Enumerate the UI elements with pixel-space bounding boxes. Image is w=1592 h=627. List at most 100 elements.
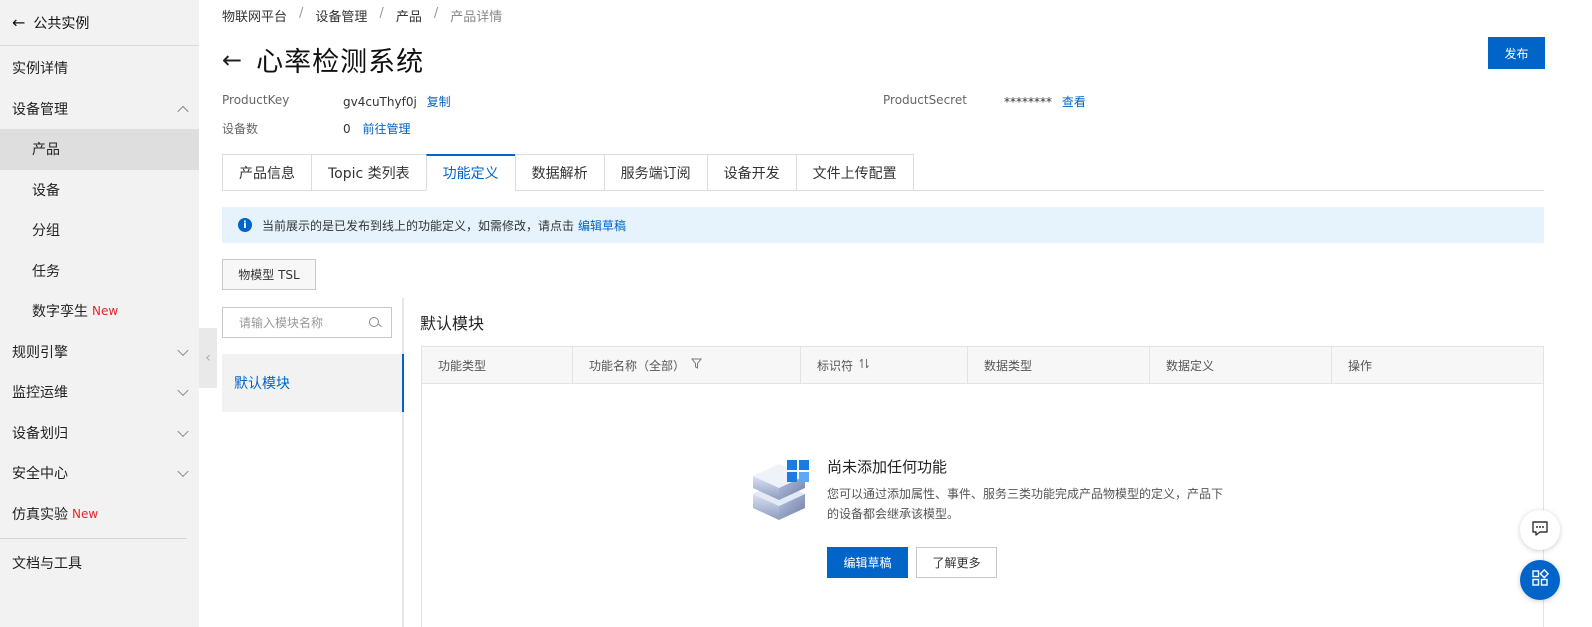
column-header-label: 功能类型 [438,358,487,373]
copy-link[interactable]: 复制 [427,95,451,109]
chevron-down-icon [177,344,189,356]
tab-device-development[interactable]: 设备开发 [706,154,796,191]
chat-button[interactable] [1520,510,1560,550]
column-header-label: 标识符 [817,358,854,373]
tab-topic-list[interactable]: Topic 类列表 [311,154,426,191]
new-badge: New [92,304,119,319]
chevron-down-icon [177,425,189,437]
device-count-row: 0 前往管理 [343,120,410,137]
new-badge: New [72,506,99,521]
breadcrumb-item[interactable]: 设备管理 [315,6,367,25]
sidebar-item-label: 文档与工具 [12,556,82,573]
sidebar-item-monitoring[interactable]: 监控运维 [0,372,199,413]
product-secret-label: ProductSecret [883,93,967,107]
module-list-divider [402,298,404,627]
column-header-label: 数据定义 [1166,358,1215,373]
breadcrumb-separator: / [433,6,439,21]
empty-cube-icon [749,454,813,522]
chevron-down-icon [177,384,189,397]
sidebar: ← 公共实例 实例详情 设备管理 产品 设备 分组 任务 数字孪生 New 规则引… [0,0,199,627]
breadcrumb-item[interactable]: 物联网平台 [222,6,287,25]
empty-description: 您可以通过添加属性、事件、服务三类功能完成产品物模型的定义，产品下的设备都会继承… [827,487,1224,521]
learn-more-button[interactable]: 了解更多 [916,547,997,578]
apps-icon [1531,568,1550,591]
back-arrow-icon[interactable]: ← [222,46,242,74]
tsl-button[interactable]: 物模型 TSL [222,259,316,290]
breadcrumb-separator: / [379,6,384,21]
column-header-actions: 操作 [1332,347,1543,383]
edit-draft-button[interactable]: 编辑草稿 [827,547,908,578]
table-header: 功能类型 功能名称（全部） 标识符 数据类型 数据定义 操作 [422,347,1543,384]
sidebar-item-label: 产品 [32,142,60,159]
sidebar-item-label: 设备 [32,182,60,199]
column-header-feature-type: 功能类型 [422,347,573,383]
product-key-label: ProductKey [222,93,290,107]
module-search-input[interactable]: 请输入模块名称 [222,307,392,338]
column-header-label: 操作 [1348,358,1373,373]
sidebar-item-digital-twin[interactable]: 数字孪生 New [0,291,199,332]
sidebar-item-docs-tools[interactable]: 文档与工具 [0,543,199,584]
tab-product-info[interactable]: 产品信息 [222,154,311,191]
apps-button[interactable] [1520,560,1560,600]
column-header-data-type: 数据类型 [968,347,1150,383]
sidebar-item-device-management[interactable]: 设备管理 [0,89,199,130]
column-header-identifier[interactable]: 标识符 [801,347,968,383]
sidebar-item-product[interactable]: 产品 [0,129,199,170]
sidebar-item-label: 任务 [32,263,60,280]
column-header-data-definition: 数据定义 [1150,347,1332,383]
back-arrow-icon: ← [12,13,26,32]
sidebar-item-rule-engine[interactable]: 规则引擎 [0,332,199,373]
breadcrumb-current: 产品详情 [450,10,503,25]
info-notice: i 当前展示的是已发布到线上的功能定义，如需修改，请点击 编辑草稿 [222,207,1544,243]
search-icon[interactable] [369,316,381,329]
sort-icon[interactable] [859,358,870,372]
breadcrumb-item[interactable]: 产品 [396,6,422,25]
sidebar-item-device[interactable]: 设备 [0,170,199,211]
sidebar-item-group[interactable]: 分组 [0,210,199,251]
product-secret-row: ******** 查看 [1004,93,1086,110]
tab-feature-definition[interactable]: 功能定义 [425,154,515,191]
product-secret-value: ******** [1004,95,1052,109]
module-item-default[interactable]: 默认模块 [222,354,404,412]
sidebar-item-label: 设备划归 [12,425,68,442]
chevron-down-icon [177,465,189,478]
sidebar-item-label: 设备管理 [12,101,68,118]
manage-devices-link[interactable]: 前往管理 [362,122,410,136]
product-key-value: gv4cuThyf0j [343,95,417,109]
column-header-feature-name[interactable]: 功能名称（全部） [573,347,801,383]
sidebar-item-label: 数字孪生 [32,304,88,321]
sidebar-item-instance-detail[interactable]: 实例详情 [0,48,199,89]
back-to-instances[interactable]: ← 公共实例 [0,0,199,46]
chat-icon [1531,519,1549,541]
device-count-value: 0 [343,122,351,136]
view-secret-link[interactable]: 查看 [1062,95,1086,109]
sidebar-item-label: 安全中心 [12,466,68,483]
sidebar-item-label: 规则引擎 [12,344,68,361]
filter-icon[interactable] [690,358,703,372]
chevron-up-icon [177,105,189,117]
notice-text: 当前展示的是已发布到线上的功能定义，如需修改，请点击 [262,218,575,233]
tab-bar: 产品信息 Topic 类列表 功能定义 数据解析 服务端订阅 设备开发 文件上传… [222,154,1544,191]
product-key-row: gv4cuThyf0j 复制 [343,93,451,110]
empty-title: 尚未添加任何功能 [827,458,948,476]
sidebar-item-device-assignment[interactable]: 设备划归 [0,413,199,454]
tab-server-subscription[interactable]: 服务端订阅 [603,154,707,191]
info-icon: i [238,218,252,232]
edit-draft-link[interactable]: 编辑草稿 [578,217,626,234]
sidebar-item-task[interactable]: 任务 [0,251,199,292]
tab-data-parsing[interactable]: 数据解析 [514,154,604,191]
sidebar-item-security-center[interactable]: 安全中心 [0,453,199,494]
section-title: 默认模块 [420,314,485,333]
sidebar-divider [0,538,187,539]
device-count-label: 设备数 [222,122,259,136]
column-header-label: 功能名称（全部） [589,358,686,373]
chevron-left-icon: ‹ [205,350,211,366]
sidebar-item-label: 分组 [32,223,60,240]
publish-button[interactable]: 发布 [1488,37,1545,69]
sidebar-item-label: 实例详情 [12,61,68,78]
sidebar-collapse-handle[interactable]: ‹ [199,328,217,388]
title-row: ← 心率检测系统 [222,40,424,79]
tab-file-upload-config[interactable]: 文件上传配置 [795,154,914,191]
sidebar-item-label: 仿真实验 [12,506,68,523]
sidebar-item-simulation[interactable]: 仿真实验 New [0,494,199,535]
